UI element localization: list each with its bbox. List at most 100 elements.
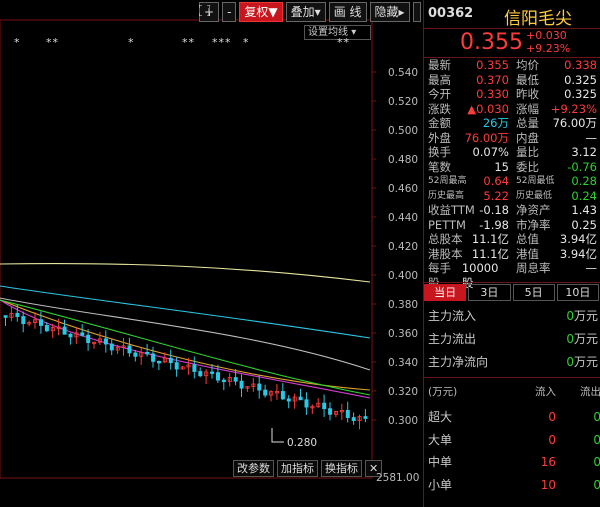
quote-value: 11.1亿 <box>471 232 509 246</box>
quote-label: 市净率 <box>516 217 551 232</box>
row-label: 中单 <box>428 455 453 469</box>
low-price-marker: 0.280 <box>287 437 317 449</box>
main-inflow-row: 主力流入 0万元 <box>428 307 598 324</box>
quote-value: 0.28 <box>571 174 597 188</box>
y-axis-label: 0.500 <box>388 125 418 137</box>
quote-row: 笔数 15 委比 -0.76 <box>424 160 600 175</box>
hide-button[interactable]: 隐藏▸ <box>369 2 410 22</box>
price-change-pct: +9.23% <box>526 42 571 55</box>
quote-value: 0.370 <box>476 72 509 87</box>
quote-label: 涨跌 <box>428 101 451 116</box>
quote-value: -0.18 <box>479 203 509 217</box>
event-marker[interactable]: * <box>243 36 250 49</box>
candlestick-plot[interactable]: 0.540 0.520 0.500 0.480 0.460 0.440 0.420 0.400… <box>0 0 422 507</box>
tab-3day[interactable]: 3日 <box>468 284 511 301</box>
moving-average-line <box>0 262 371 283</box>
quote-label: 换手 <box>428 145 451 159</box>
edit-params-button[interactable]: 改参数 <box>233 460 274 477</box>
candle-body <box>151 353 156 362</box>
candle-body <box>156 361 161 364</box>
quote-cell: 每手股 10000股 <box>424 261 512 290</box>
dropdown-arrow-icon: ▼ <box>268 5 278 19</box>
y-axis-label: 0.420 <box>388 241 418 253</box>
flow-unit: 万元 <box>573 332 598 346</box>
last-price: 0.355 <box>460 30 523 55</box>
quote-label: 收益TTM <box>428 203 475 217</box>
flow-label: 主力流入 <box>428 309 477 323</box>
zoom-out-button[interactable]: - <box>222 2 237 22</box>
quote-value: 11.1亿 <box>471 246 509 261</box>
candle-body <box>68 333 73 338</box>
flow-unit: 万元 <box>573 355 598 369</box>
candle-body <box>44 325 49 332</box>
quote-row: 换手 0.07% 量比 3.12 <box>424 145 600 160</box>
candle-body <box>3 315 8 318</box>
quote-cell: 历史最高 5.22 <box>424 189 512 204</box>
event-marker[interactable]: * <box>128 36 135 49</box>
quote-cell: 收益TTM -0.18 <box>424 203 512 218</box>
quote-cell: 港股本 11.1亿 <box>424 247 512 262</box>
quote-cell: 总股本 11.1亿 <box>424 232 512 247</box>
table-header: (万元) 流入 流出 <box>424 384 600 398</box>
quote-label: 周息率 <box>516 261 551 275</box>
hide-label: 隐藏 <box>374 5 399 19</box>
quote-row: 52周最高 0.64 52周最低 0.28 <box>424 174 600 189</box>
candle-body <box>322 402 327 410</box>
outflow-cell: 0 <box>593 477 600 492</box>
divider <box>424 282 600 283</box>
tab-today[interactable]: 当日 <box>424 284 467 301</box>
event-marker[interactable]: *** <box>212 36 232 49</box>
quote-cell: 历史最低 0.24 <box>512 189 600 204</box>
quote-value: 0.355 <box>476 58 509 72</box>
candle-body <box>286 398 291 402</box>
candle-body <box>145 351 150 355</box>
column-header: 流出 <box>580 386 600 398</box>
quote-value: +9.23% <box>550 101 597 116</box>
candle-body <box>39 319 44 326</box>
y-axis-label: 0.360 <box>388 328 418 340</box>
add-indicator-button[interactable]: 加指标 <box>277 460 318 477</box>
y-axis-label: 0.460 <box>388 183 418 195</box>
draw-line-button[interactable]: 画 线 <box>328 2 367 22</box>
quote-cell: 量比 3.12 <box>512 145 600 160</box>
y-axis-label: 0.540 <box>388 67 418 79</box>
fullscreen-icon[interactable] <box>199 2 421 22</box>
switch-indicator-button[interactable]: 换指标 <box>321 460 362 477</box>
flow-value: 0 <box>566 332 574 346</box>
quote-cell: 委比 -0.76 <box>512 160 600 175</box>
event-marker[interactable]: * <box>14 36 21 49</box>
y-axis-label: 0.480 <box>388 154 418 166</box>
quote-label: 最低 <box>516 72 539 87</box>
candle-body <box>192 364 197 372</box>
tab-10day[interactable]: 10日 <box>556 284 599 301</box>
flow-value: 0 <box>566 309 574 323</box>
event-marker[interactable]: ** <box>46 36 59 49</box>
chart-toolbar: + - 复权▼ 叠加▾ 画 线 隐藏▸ <box>199 2 421 22</box>
quote-value: 15 <box>494 159 509 174</box>
quote-label: 昨收 <box>516 87 539 101</box>
quote-label: 量比 <box>516 145 539 159</box>
tab-5day[interactable]: 5日 <box>512 284 555 301</box>
event-marker[interactable]: ** <box>182 36 195 49</box>
quote-stats: 最新 0.355 均价 0.338 最高 0.370 最低 0.325 今开 0.330 昨收 0.3… <box>424 58 600 290</box>
adjust-price-button[interactable]: 复权▼ <box>239 2 283 22</box>
inflow-cell: 0 <box>548 410 556 424</box>
quote-value: 0.325 <box>564 72 597 87</box>
quote-cell: 外盘 76.00万 <box>424 131 512 146</box>
kline-chart[interactable]: 0.540 0.520 0.500 0.480 0.460 0.440 0.420 0.400… <box>0 0 422 507</box>
quote-row: 最新 0.355 均价 0.338 <box>424 58 600 73</box>
quote-value: 76.00万 <box>464 130 509 145</box>
quote-row: 每手股 10000股 周息率 — <box>424 261 600 290</box>
table-row: 大单 0 0 <box>424 429 600 452</box>
event-marker[interactable]: ** <box>337 36 350 49</box>
quote-label: 涨幅 <box>516 101 539 116</box>
adjust-price-label: 复权 <box>244 5 269 19</box>
candle-body <box>21 316 26 325</box>
quote-row: 历史最高 5.22 历史最低 0.24 <box>424 189 600 204</box>
outflow-cell: 0 <box>593 455 600 469</box>
overlay-button[interactable]: 叠加▾ <box>285 2 326 22</box>
quote-value: 0.330 <box>476 87 509 101</box>
flow-label: 主力流出 <box>428 332 477 346</box>
candle-body <box>263 389 268 396</box>
quote-label: 最新 <box>428 58 451 72</box>
